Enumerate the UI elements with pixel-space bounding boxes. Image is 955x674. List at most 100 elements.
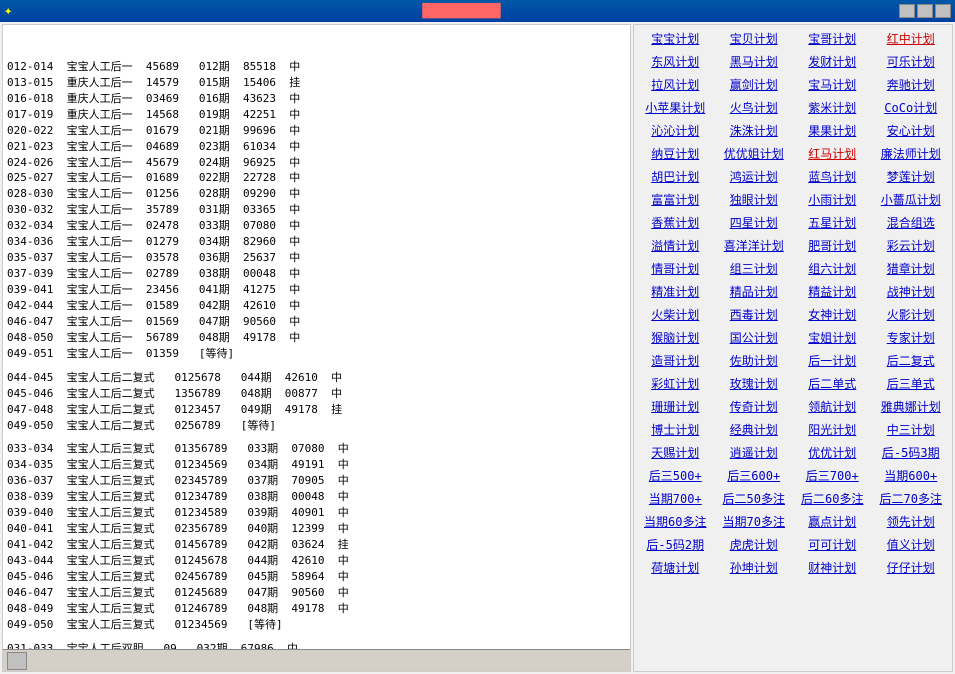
right-item-51[interactable]: 火影计划 [872, 303, 951, 326]
right-item-94[interactable]: 财神计划 [793, 556, 872, 579]
right-item-23[interactable]: 廉法师计划 [872, 142, 951, 165]
right-item-36[interactable]: 溢情计划 [636, 234, 715, 257]
right-item-37[interactable]: 喜洋洋计划 [715, 234, 794, 257]
right-item-12[interactable]: 小苹果计划 [636, 96, 715, 119]
right-item-7[interactable]: 可乐计划 [872, 50, 951, 73]
right-item-9[interactable]: 赢剑计划 [715, 73, 794, 96]
right-item-60[interactable]: 彩虹计划 [636, 372, 715, 395]
left-content[interactable]: 012-014 宝宝人工后一 45689 012期 85518 中 013-01… [3, 25, 630, 649]
right-item-68[interactable]: 博士计划 [636, 418, 715, 441]
right-item-67[interactable]: 雅典娜计划 [872, 395, 951, 418]
right-item-65[interactable]: 传奇计划 [715, 395, 794, 418]
right-item-6[interactable]: 发财计划 [793, 50, 872, 73]
right-item-30[interactable]: 小雨计划 [793, 188, 872, 211]
right-item-1[interactable]: 宝贝计划 [715, 27, 794, 50]
right-item-27[interactable]: 梦莲计划 [872, 165, 951, 188]
right-item-93[interactable]: 孙坤计划 [715, 556, 794, 579]
right-item-76[interactable]: 后三500+ [636, 464, 715, 487]
right-item-47[interactable]: 战神计划 [872, 280, 951, 303]
right-item-4[interactable]: 东风计划 [636, 50, 715, 73]
right-item-19[interactable]: 安心计划 [872, 119, 951, 142]
right-item-28[interactable]: 富富计划 [636, 188, 715, 211]
right-item-85[interactable]: 当期70多注 [715, 510, 794, 533]
right-item-31[interactable]: 小薔瓜计划 [872, 188, 951, 211]
right-item-54[interactable]: 宝姐计划 [793, 326, 872, 349]
right-item-20[interactable]: 纳豆计划 [636, 142, 715, 165]
right-item-79[interactable]: 当期600+ [872, 464, 951, 487]
right-item-70[interactable]: 阳光计划 [793, 418, 872, 441]
right-item-39[interactable]: 彩云计划 [872, 234, 951, 257]
right-item-17[interactable]: 洙洙计划 [715, 119, 794, 142]
right-item-61[interactable]: 玫瑰计划 [715, 372, 794, 395]
right-item-87[interactable]: 领先计划 [872, 510, 951, 533]
right-item-66[interactable]: 领航计划 [793, 395, 872, 418]
right-item-43[interactable]: 猎章计划 [872, 257, 951, 280]
close-button[interactable] [935, 4, 951, 18]
right-item-42[interactable]: 组六计划 [793, 257, 872, 280]
right-item-33[interactable]: 四星计划 [715, 211, 794, 234]
right-item-3[interactable]: 红中计划 [872, 27, 951, 50]
right-item-32[interactable]: 香蕉计划 [636, 211, 715, 234]
right-item-22[interactable]: 红马计划 [793, 142, 872, 165]
right-item-62[interactable]: 后二单式 [793, 372, 872, 395]
right-item-21[interactable]: 优优姐计划 [715, 142, 794, 165]
right-item-41[interactable]: 组三计划 [715, 257, 794, 280]
right-item-0[interactable]: 宝宝计划 [636, 27, 715, 50]
right-item-75[interactable]: 后-5码3期 [872, 441, 951, 464]
right-item-10[interactable]: 宝马计划 [793, 73, 872, 96]
right-item-34[interactable]: 五星计划 [793, 211, 872, 234]
right-item-58[interactable]: 后一计划 [793, 349, 872, 372]
right-item-15[interactable]: CoCo计划 [872, 96, 951, 119]
right-item-52[interactable]: 猴脑计划 [636, 326, 715, 349]
right-item-57[interactable]: 佐助计划 [715, 349, 794, 372]
right-item-89[interactable]: 虎虎计划 [715, 533, 794, 556]
right-item-38[interactable]: 肥哥计划 [793, 234, 872, 257]
right-item-18[interactable]: 果果计划 [793, 119, 872, 142]
right-item-74[interactable]: 优优计划 [793, 441, 872, 464]
maximize-button[interactable] [917, 4, 933, 18]
right-item-90[interactable]: 可可计划 [793, 533, 872, 556]
right-item-16[interactable]: 沁沁计划 [636, 119, 715, 142]
right-item-40[interactable]: 情哥计划 [636, 257, 715, 280]
right-item-14[interactable]: 紫米计划 [793, 96, 872, 119]
right-item-95[interactable]: 仔仔计划 [872, 556, 951, 579]
right-item-46[interactable]: 精益计划 [793, 280, 872, 303]
right-item-8[interactable]: 拉风计划 [636, 73, 715, 96]
right-item-69[interactable]: 经典计划 [715, 418, 794, 441]
right-item-45[interactable]: 精品计划 [715, 280, 794, 303]
right-panel[interactable]: 宝宝计划宝贝计划宝哥计划红中计划东风计划黑马计划发财计划可乐计划拉风计划赢剑计划… [633, 24, 953, 672]
right-item-50[interactable]: 女神计划 [793, 303, 872, 326]
right-item-83[interactable]: 后二70多注 [872, 487, 951, 510]
right-item-78[interactable]: 后三700+ [793, 464, 872, 487]
right-item-82[interactable]: 后二60多注 [793, 487, 872, 510]
right-item-56[interactable]: 造哥计划 [636, 349, 715, 372]
right-item-24[interactable]: 胡巴计划 [636, 165, 715, 188]
right-item-2[interactable]: 宝哥计划 [793, 27, 872, 50]
right-item-59[interactable]: 后二复式 [872, 349, 951, 372]
right-item-71[interactable]: 中三计划 [872, 418, 951, 441]
right-item-81[interactable]: 后二50多注 [715, 487, 794, 510]
right-item-35[interactable]: 混合组选 [872, 211, 951, 234]
right-item-5[interactable]: 黑马计划 [715, 50, 794, 73]
right-item-63[interactable]: 后三单式 [872, 372, 951, 395]
right-item-77[interactable]: 后三600+ [715, 464, 794, 487]
right-item-11[interactable]: 奔驰计划 [872, 73, 951, 96]
right-item-55[interactable]: 专家计划 [872, 326, 951, 349]
right-item-48[interactable]: 火柴计划 [636, 303, 715, 326]
right-item-73[interactable]: 逍遥计划 [715, 441, 794, 464]
right-item-84[interactable]: 当期60多注 [636, 510, 715, 533]
right-item-26[interactable]: 蓝鸟计划 [793, 165, 872, 188]
right-item-86[interactable]: 赢点计划 [793, 510, 872, 533]
right-item-88[interactable]: 后-5码2期 [636, 533, 715, 556]
right-item-29[interactable]: 独眼计划 [715, 188, 794, 211]
right-item-25[interactable]: 鸿运计划 [715, 165, 794, 188]
minimize-button[interactable] [899, 4, 915, 18]
right-item-44[interactable]: 精准计划 [636, 280, 715, 303]
right-item-92[interactable]: 荷塘计划 [636, 556, 715, 579]
right-item-53[interactable]: 国公计划 [715, 326, 794, 349]
right-item-72[interactable]: 天赐计划 [636, 441, 715, 464]
right-item-80[interactable]: 当期700+ [636, 487, 715, 510]
right-item-13[interactable]: 火鸟计划 [715, 96, 794, 119]
right-item-49[interactable]: 西毒计划 [715, 303, 794, 326]
right-item-91[interactable]: 值义计划 [872, 533, 951, 556]
